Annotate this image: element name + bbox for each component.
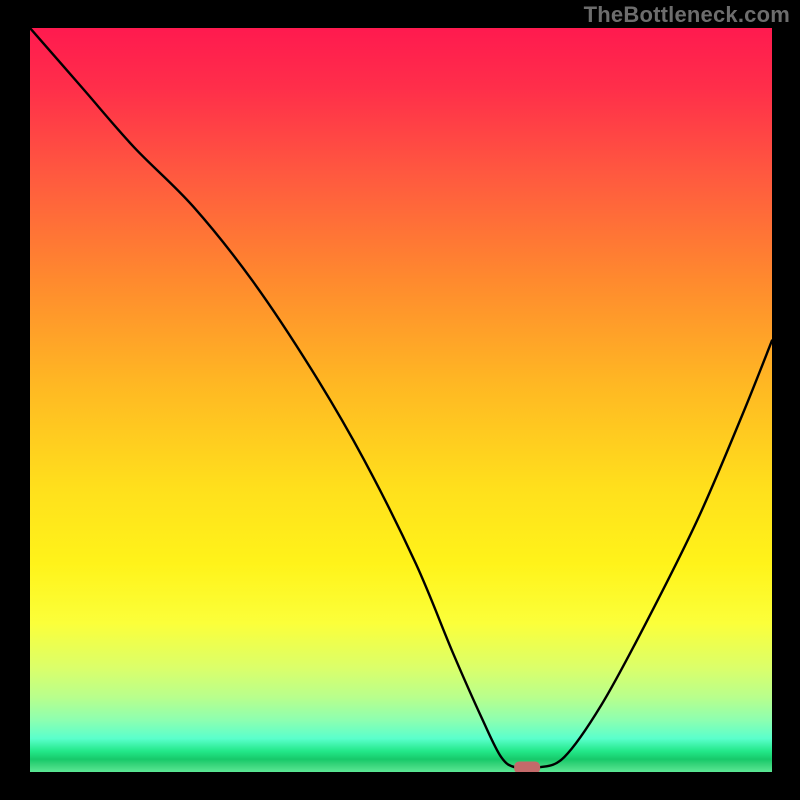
bottleneck-curve — [30, 28, 772, 772]
plot-area — [30, 28, 772, 772]
watermark-text: TheBottleneck.com — [584, 2, 790, 28]
chart-frame: TheBottleneck.com — [0, 0, 800, 800]
optimal-marker — [514, 762, 540, 772]
